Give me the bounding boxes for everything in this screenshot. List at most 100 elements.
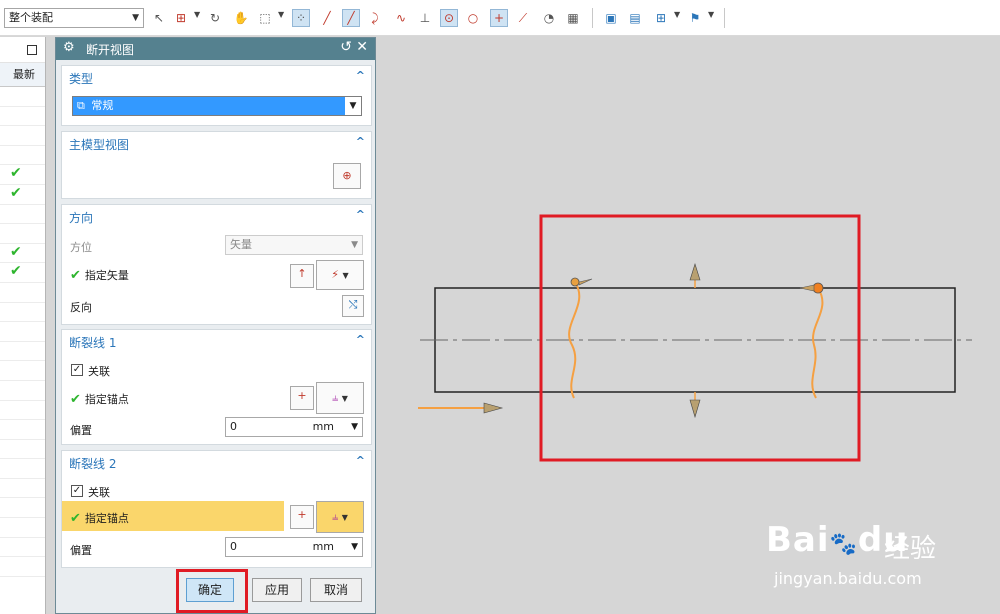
- associative-checkbox[interactable]: ✓: [71, 364, 83, 376]
- navigator-row[interactable]: [0, 342, 45, 362]
- vector-arrow-icon[interactable]: [483, 402, 504, 414]
- assembly-filter-select[interactable]: 整个装配 ▼: [4, 8, 144, 28]
- offset-unit: mm: [312, 540, 334, 553]
- collapse-icon[interactable]: ^: [356, 208, 365, 221]
- box-select-icon[interactable]: ⬚: [256, 10, 274, 26]
- navigator-row[interactable]: ✔: [0, 263, 45, 283]
- break-line-1[interactable]: [568, 281, 581, 399]
- associative-checkbox[interactable]: ✓: [71, 485, 83, 497]
- grid-icon[interactable]: ▦: [564, 10, 582, 26]
- navigator-row[interactable]: ✔: [0, 185, 45, 205]
- select-view-button[interactable]: ⊕: [333, 163, 361, 189]
- chevron-down-icon[interactable]: ▼: [708, 10, 714, 19]
- check-icon: ✔: [10, 263, 22, 280]
- spline-icon[interactable]: ∿: [392, 10, 410, 26]
- navigator-row[interactable]: [0, 361, 45, 381]
- navigator-row[interactable]: [0, 146, 45, 166]
- navigator-row[interactable]: [0, 224, 45, 244]
- dialog-title-bar[interactable]: ⚙ 断开视图 ↺ ✕: [56, 38, 375, 60]
- circle-center-icon[interactable]: ⊙: [440, 9, 458, 27]
- hand-icon[interactable]: ✋: [232, 10, 250, 26]
- navigator-row[interactable]: [0, 420, 45, 440]
- slash-icon[interactable]: ⟋: [514, 10, 532, 26]
- select-view-icon: ⊕: [342, 169, 352, 182]
- anchor-point-2[interactable]: [812, 282, 824, 294]
- chevron-down-icon[interactable]: ▼: [674, 10, 680, 19]
- section-title[interactable]: 主模型视图: [69, 136, 129, 153]
- navigator-row[interactable]: [0, 459, 45, 479]
- arrow-down-icon[interactable]: [689, 399, 701, 419]
- arrow-up-icon[interactable]: [689, 262, 701, 281]
- chevron-down-icon[interactable]: ▼: [278, 10, 284, 19]
- circle-icon[interactable]: ○: [464, 10, 482, 26]
- chevron-down-icon[interactable]: ▼: [194, 10, 200, 19]
- perpendicular-icon[interactable]: ⊥: [416, 10, 434, 26]
- close-icon[interactable]: ✕: [356, 39, 368, 55]
- navigator-row[interactable]: ✔: [0, 165, 45, 185]
- flag-icon[interactable]: ⚑: [686, 10, 704, 26]
- collapse-icon[interactable]: ^: [356, 69, 365, 82]
- navigator-row[interactable]: [0, 107, 45, 127]
- select-icon[interactable]: ↖: [150, 10, 168, 26]
- navigator-row[interactable]: [0, 381, 45, 401]
- navigator-row[interactable]: [0, 479, 45, 499]
- collapse-icon[interactable]: ^: [356, 135, 365, 148]
- window-icon[interactable]: ▤: [626, 10, 644, 26]
- point-dialog-button[interactable]: +: [290, 386, 314, 410]
- vector-type-select[interactable]: ⚡ ▼: [316, 260, 364, 290]
- vector-inferred-icon: ⚡: [331, 268, 340, 281]
- anchor-type-select[interactable]: ⫨ ▼: [316, 501, 364, 533]
- curve-icon[interactable]: ⤸: [366, 10, 384, 26]
- navigator-row[interactable]: [0, 557, 45, 577]
- snap-icon[interactable]: ⊞: [172, 10, 190, 26]
- navigator-row[interactable]: [0, 322, 45, 342]
- type-section: 类型 ^ ⧉ 常规 ▼: [61, 65, 372, 126]
- gear-icon[interactable]: ⚙: [63, 40, 75, 55]
- navigator-row[interactable]: [0, 498, 45, 519]
- navigator-row[interactable]: [0, 283, 45, 303]
- reverse-label: 反向: [70, 301, 92, 314]
- plus-icon[interactable]: +: [490, 9, 508, 27]
- pencil-icon[interactable]: ╱: [342, 9, 360, 27]
- navigator-row[interactable]: [0, 303, 45, 323]
- collapse-icon[interactable]: ^: [356, 454, 365, 467]
- column-header-latest[interactable]: 最新: [0, 63, 45, 87]
- reset-icon[interactable]: ↺: [340, 39, 352, 55]
- navigator-row[interactable]: [0, 538, 45, 558]
- table-icon[interactable]: ⊞: [652, 10, 670, 26]
- collapse-icon[interactable]: ^: [356, 333, 365, 346]
- rotate-icon[interactable]: ↻: [206, 10, 224, 26]
- type-select[interactable]: ⧉ 常规 ▼: [72, 96, 362, 116]
- line-icon[interactable]: ╱: [318, 10, 336, 26]
- break-line-2[interactable]: [811, 287, 824, 399]
- paint-icon[interactable]: ◔: [540, 10, 558, 26]
- section-title[interactable]: 方向: [69, 209, 93, 226]
- offset-input[interactable]: 0 mm ▼: [225, 417, 363, 437]
- navigator-row[interactable]: [0, 205, 45, 225]
- snap-point-icon[interactable]: ⁘: [292, 9, 310, 27]
- cancel-button[interactable]: 取消: [310, 578, 362, 602]
- section-title[interactable]: 类型: [69, 70, 93, 87]
- navigator-row[interactable]: [0, 126, 45, 146]
- section-title[interactable]: 断裂线 1: [69, 334, 116, 351]
- navigator-row[interactable]: [0, 518, 45, 538]
- point-dialog-button[interactable]: +: [290, 505, 314, 529]
- reverse-direction-button[interactable]: ⤭: [342, 295, 364, 317]
- chevron-down-icon: ▼: [341, 394, 348, 403]
- navigator-row[interactable]: [0, 87, 45, 107]
- graphics-window[interactable]: Bai🐾du 经验 jingyan.baidu.com: [377, 37, 1000, 614]
- navigator-row[interactable]: ✔: [0, 244, 45, 264]
- view-icon[interactable]: ▣: [602, 10, 620, 26]
- offset-input[interactable]: 0 mm ▼: [225, 537, 363, 557]
- vector-dialog-button[interactable]: ↑: [290, 264, 314, 288]
- apply-button[interactable]: 应用: [252, 578, 302, 602]
- navigator-row[interactable]: [0, 401, 45, 421]
- navigator-row[interactable]: [0, 440, 45, 460]
- section-title[interactable]: 断裂线 2: [69, 455, 116, 472]
- anchor-point-1[interactable]: [570, 277, 580, 287]
- associative-label: 关联: [88, 365, 110, 378]
- orientation-select[interactable]: 矢量 ▼: [225, 235, 363, 255]
- maximize-button[interactable]: [0, 37, 45, 63]
- anchor-type-select[interactable]: ⫨ ▼: [316, 382, 364, 414]
- baidu-watermark: Bai🐾du 经验 jingyan.baidu.com: [766, 520, 966, 590]
